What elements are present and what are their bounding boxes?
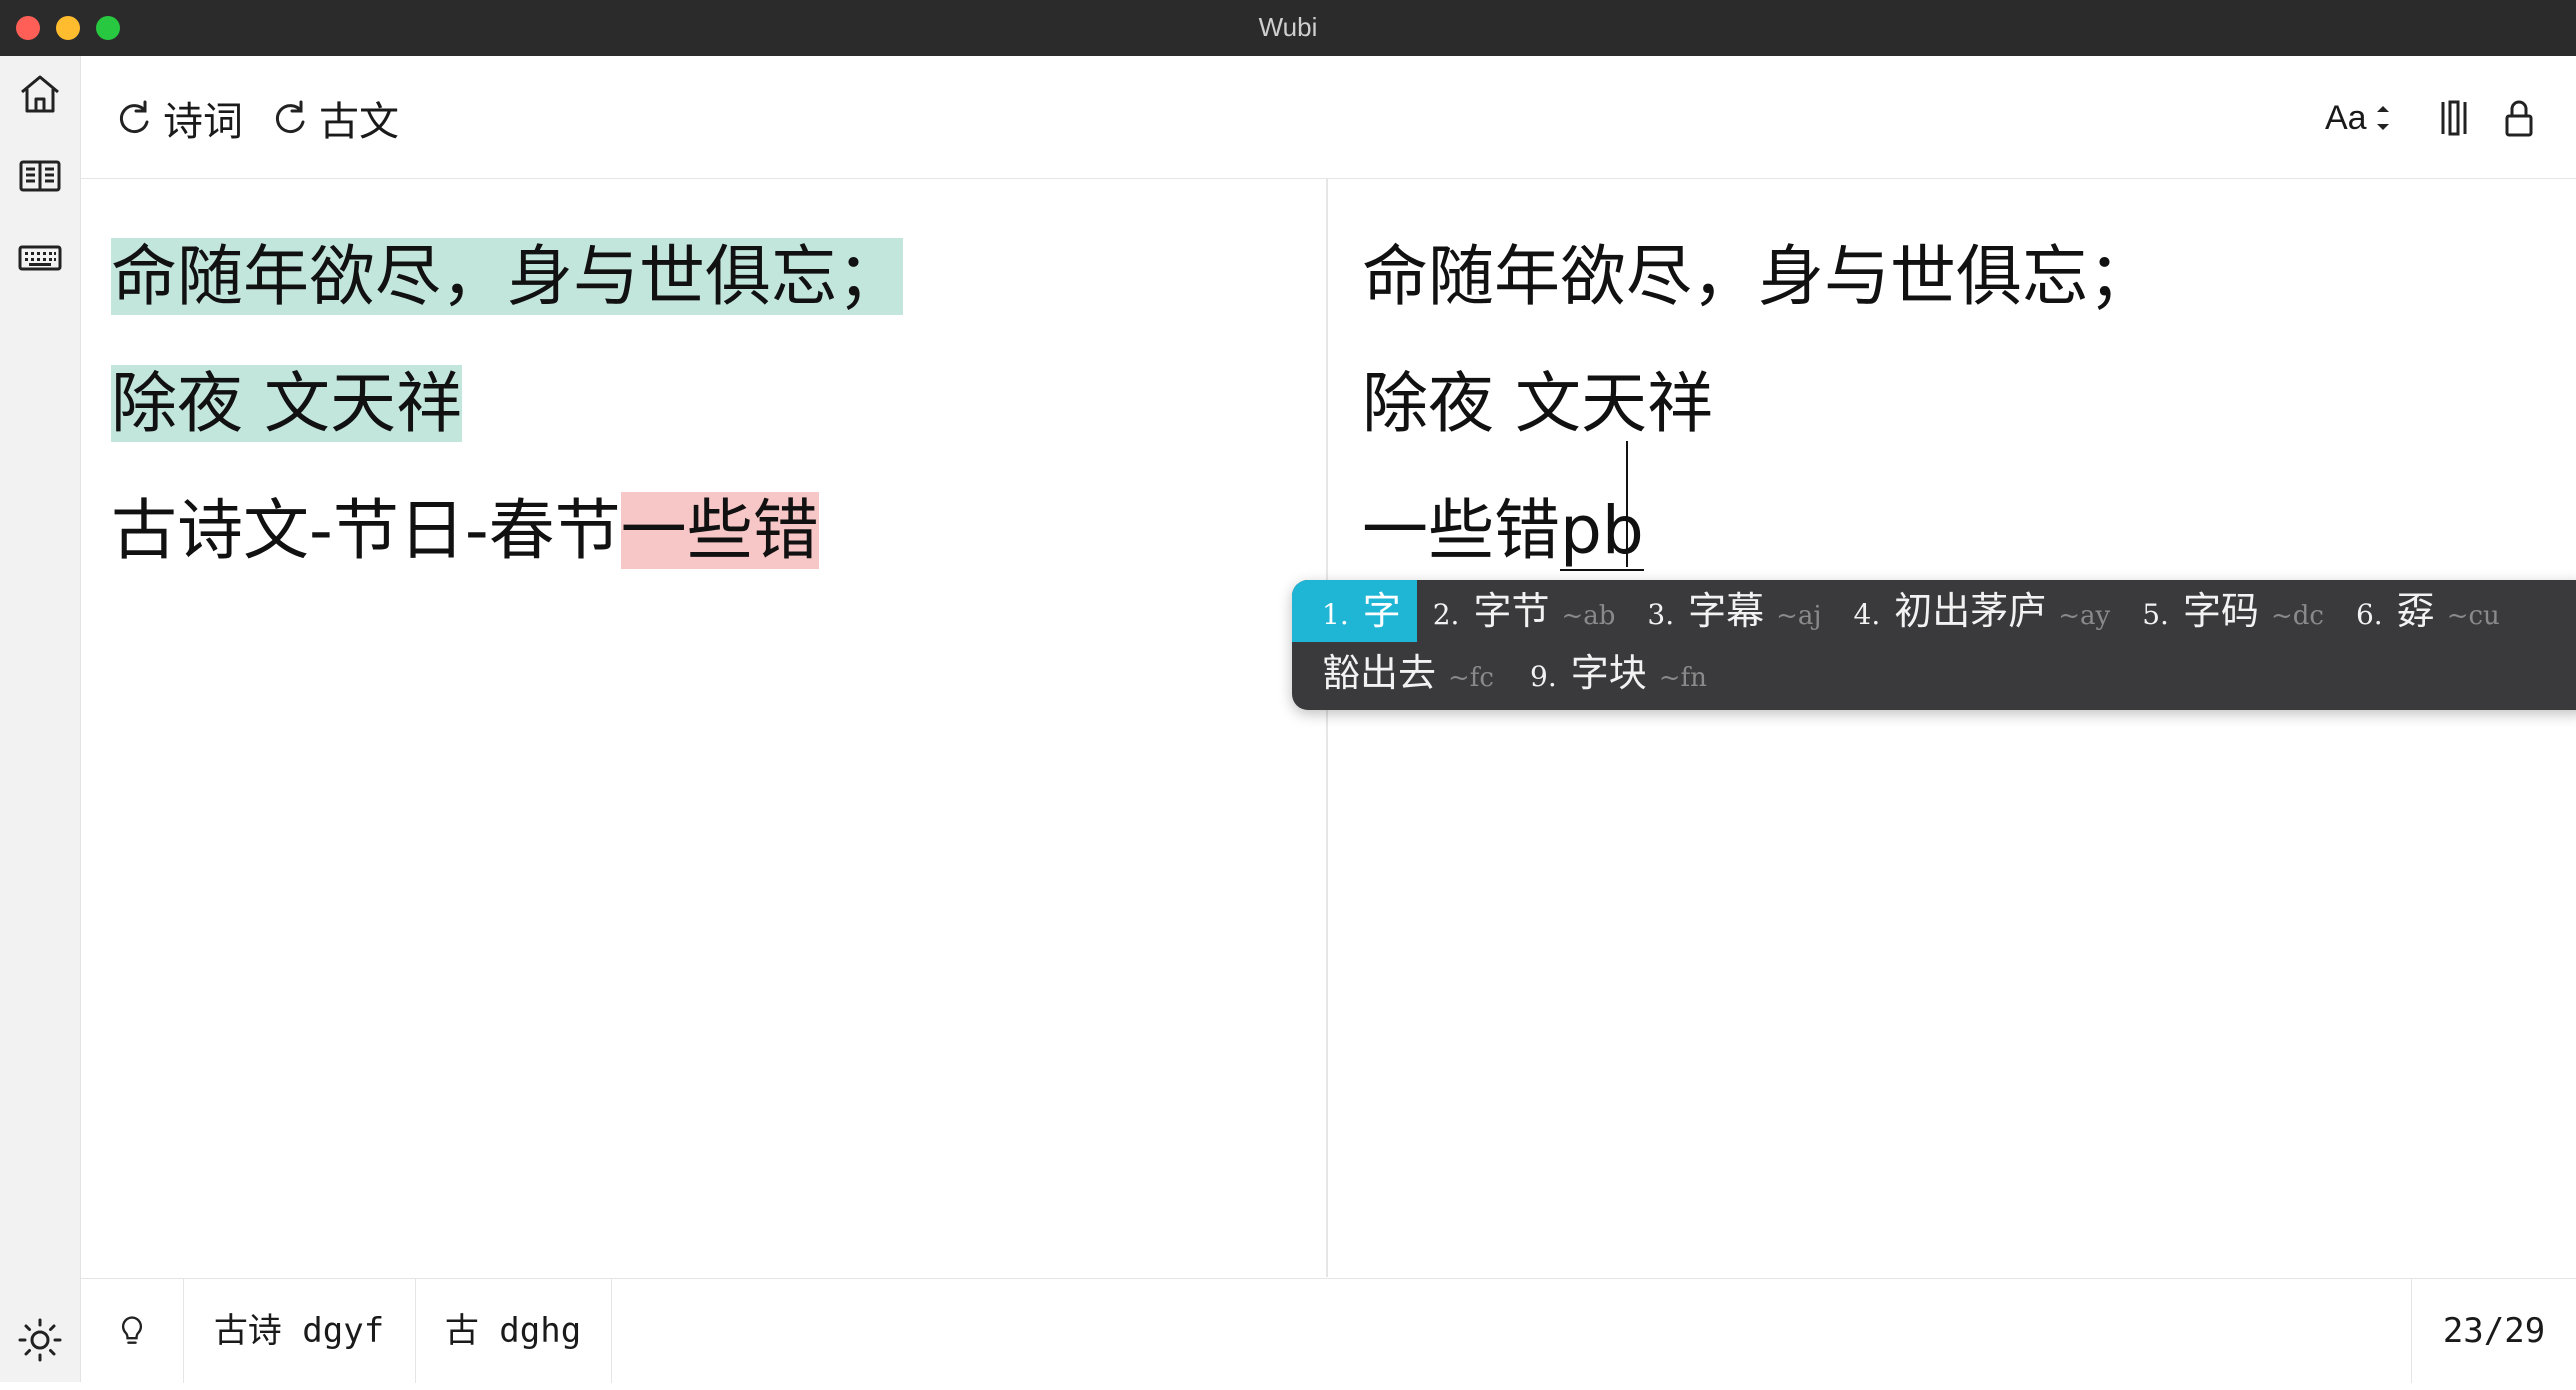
reference-line-3-error: 一些错 (620, 492, 819, 569)
title-bar: Wubi (0, 0, 2576, 57)
typing-input-panel[interactable]: 命随年欲尽，身与世俱忘； 除夜 文天祥 一些错pb (1328, 179, 2576, 1277)
columns-button[interactable] (2435, 92, 2479, 144)
font-size-label: Aa (2325, 98, 2367, 137)
poetry-button-label: 诗词 (163, 99, 243, 145)
input-line-3-committed: 一些错 (1362, 492, 1560, 569)
candidate-5[interactable]: 5. 字码 ~dc (2126, 580, 2340, 642)
lock-icon (2505, 100, 2533, 137)
candidate-number: 4. (1853, 598, 1881, 631)
book-icon[interactable] (16, 152, 64, 200)
reference-line-2: 除夜 文天祥 (111, 365, 462, 442)
reference-text-panel: 命随年欲尽，身与世俱忘； 除夜 文天祥 古诗文-节日-春节一些错 (81, 179, 1328, 1277)
candidate-4[interactable]: 4. 初出茅庐 ~ay (1838, 580, 2127, 642)
status-bar: 古诗 dgyf 古 dghg 23/29 (81, 1278, 2576, 1383)
input-line-1: 命随年欲尽，身与世俱忘； (1362, 238, 2154, 315)
poetry-refresh-button[interactable]: 诗词 (111, 92, 243, 145)
candidate-text: 字块 (1570, 651, 1647, 695)
refresh-icon (119, 100, 149, 134)
ime-candidate-window: 1. 字 2. 字节 ~ab 3. 字幕 ~aj 4. 初出茅庐 ~ay 5. 字码 ~dc 6.… (1292, 580, 2576, 710)
reference-line-3-text: 古诗文-节日-春节 (111, 492, 621, 569)
hint-toggle-button[interactable] (81, 1279, 184, 1383)
candidate-code: ~fc (1448, 663, 1494, 693)
candidate-number: 2. (1432, 598, 1460, 631)
candidate-8[interactable]: 豁出去 ~fc (1322, 642, 1530, 704)
refresh-icon (275, 100, 305, 134)
candidate-text: 孬 (2396, 589, 2435, 633)
code-hint-2: 古 dghg (415, 1279, 612, 1383)
candidate-code: ~dc (2270, 601, 2324, 631)
candidate-3[interactable]: 3. 字幕 ~aj (1631, 580, 1837, 642)
candidate-text: 字节 (1473, 589, 1550, 633)
window-title: Wubi (1258, 12, 1318, 42)
candidate-9[interactable]: 9. 字块 ~fn (1530, 642, 1743, 704)
font-size-icon (2376, 106, 2389, 130)
text-caret (1626, 441, 1628, 567)
home-icon[interactable] (16, 70, 64, 118)
candidate-number: 3. (1647, 598, 1675, 631)
candidate-6[interactable]: 6. 孬 ~cu (2340, 580, 2516, 642)
candidate-code: ~ab (1561, 601, 1616, 631)
font-size-button[interactable]: Aa (2325, 92, 2393, 144)
candidate-number: 5. (2142, 598, 2169, 631)
candidate-row-2: 豁出去 ~fc 9. 字块 ~fn (1322, 642, 2576, 704)
candidate-2[interactable]: 2. 字节 ~ab (1417, 580, 1632, 642)
candidate-code: ~cu (2446, 601, 2500, 631)
input-line-3: 一些错pb (1362, 492, 1644, 571)
columns-icon (2441, 100, 2467, 136)
progress-counter: 23/29 (2411, 1279, 2576, 1383)
sun-icon[interactable] (16, 1316, 64, 1364)
sidebar (0, 56, 81, 1382)
candidate-text: 字幕 (1688, 589, 1765, 633)
reference-line-1-typed: 命随年欲尽，身与世俱忘； (111, 238, 903, 315)
prose-button-label: 古文 (319, 99, 399, 145)
candidate-number: 1. (1322, 598, 1349, 631)
candidate-text: 初出茅庐 (1894, 589, 2047, 633)
reference-line-3: 古诗文-节日-春节一些错 (111, 492, 819, 569)
candidate-text: 字码 (2182, 589, 2259, 633)
candidate-text: 字 (1362, 589, 1401, 633)
composing-text: pb (1560, 492, 1644, 571)
reference-line-1: 命随年欲尽，身与世俱忘； (111, 238, 903, 315)
candidate-code: ~ay (2058, 601, 2111, 631)
keyboard-icon[interactable] (16, 234, 64, 282)
input-line-2: 除夜 文天祥 (1362, 365, 1713, 442)
candidate-code: ~fn (1658, 663, 1707, 693)
candidate-1[interactable]: 1. 字 (1292, 580, 1417, 642)
toolbar: 诗词 古文 Aa (81, 56, 2576, 179)
candidate-text: 豁出去 (1322, 651, 1437, 695)
prose-refresh-button[interactable]: 古文 (267, 92, 399, 145)
code-hint-1: 古诗 dgyf (183, 1279, 416, 1383)
candidate-number: 9. (1530, 660, 1557, 693)
candidate-number: 6. (2355, 598, 2383, 631)
candidate-row-1: 1. 字 2. 字节 ~ab 3. 字幕 ~aj 4. 初出茅庐 ~ay 5. 字码 ~dc 6.… (1292, 580, 2576, 642)
reference-line-2-typed: 除夜 文天祥 (111, 365, 462, 442)
lightbulb-icon (121, 1316, 143, 1344)
lock-button[interactable] (2497, 92, 2541, 144)
candidate-code: ~aj (1776, 601, 1822, 631)
